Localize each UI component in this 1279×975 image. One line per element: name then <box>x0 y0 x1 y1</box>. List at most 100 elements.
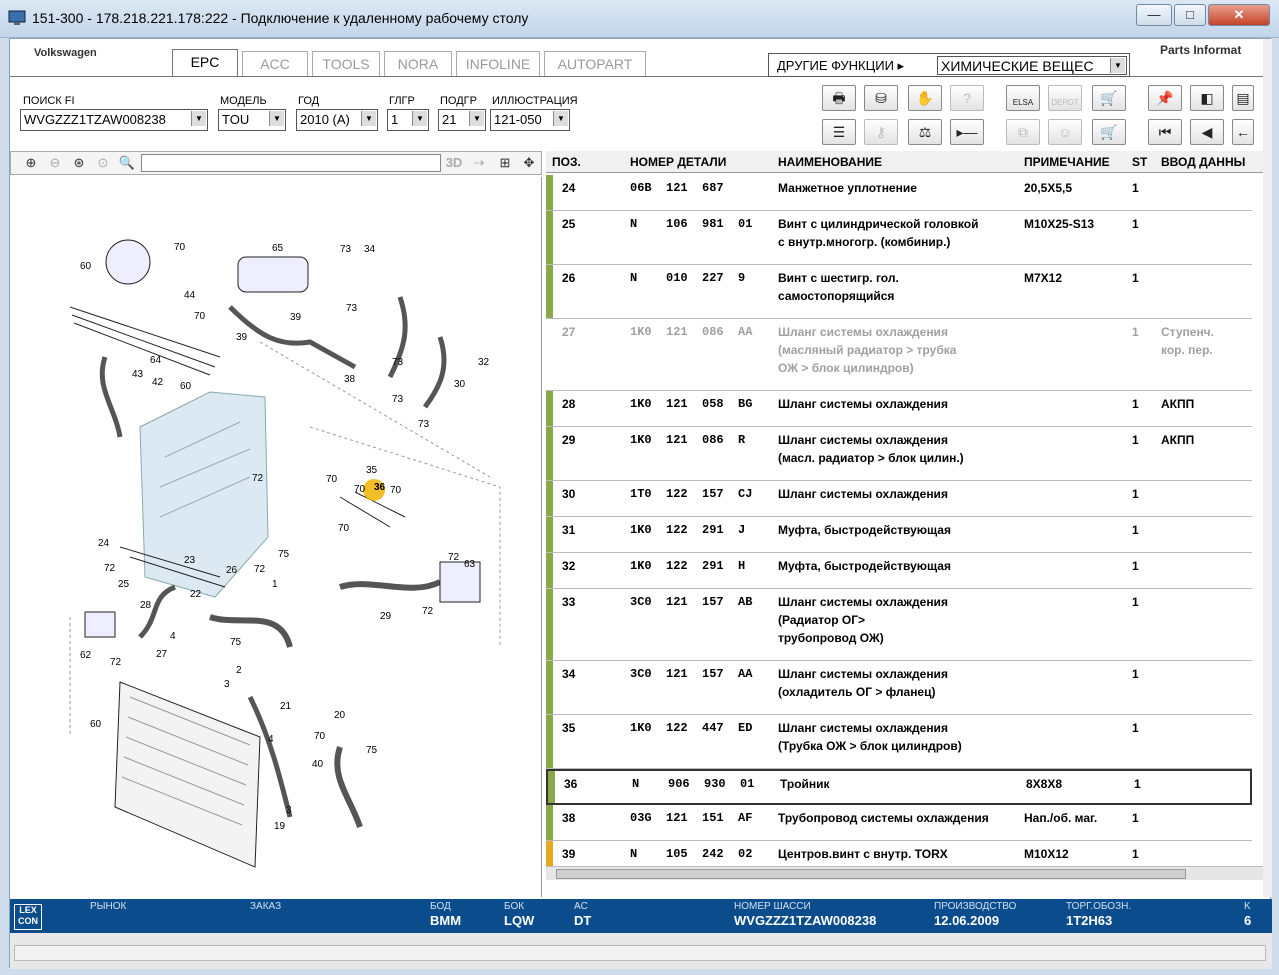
search-icon[interactable]: 🔍 <box>117 154 137 172</box>
table-row[interactable]: 36 N 906 930 01 Тройник 8X8X8 1 <box>546 769 1252 805</box>
tab-nora[interactable]: NORA <box>384 51 452 77</box>
sub-group-select[interactable]: 21 ▼ <box>438 109 486 131</box>
table-row[interactable]: 28 1K0 121 058 BG Шланг системы охлаждения 1 АК… <box>546 391 1252 427</box>
callout-label[interactable]: 20 <box>334 710 346 721</box>
cart-arrow-button[interactable]: 🛒 <box>1092 85 1126 111</box>
callout-label[interactable]: 63 <box>464 559 476 570</box>
callout-label[interactable]: 1 <box>272 579 278 590</box>
other-functions-label[interactable]: ДРУГИЕ ФУНКЦИИ ▸ <box>777 58 904 74</box>
callout-label[interactable]: 25 <box>118 579 130 590</box>
scale-button[interactable]: ⚖ <box>908 119 942 145</box>
back-button[interactable]: ← <box>1232 119 1254 145</box>
handshake-button[interactable]: ✋ <box>908 85 942 111</box>
list-back-button[interactable]: ◧ <box>1190 85 1224 111</box>
callout-label[interactable]: 73 <box>340 244 352 255</box>
table-horizontal-scrollbar[interactable] <box>546 866 1264 880</box>
key-button[interactable]: ⚷ <box>864 119 898 145</box>
callout-label[interactable]: 73 <box>346 303 358 314</box>
callout-label[interactable]: 27 <box>156 649 168 660</box>
maximize-button[interactable]: □ <box>1174 4 1206 26</box>
table-row[interactable]: 35 1K0 122 447 ED Шланг системы охлаждения (Тр… <box>546 715 1252 769</box>
elsa-button[interactable]: ELSA <box>1006 85 1040 111</box>
user-button[interactable]: ☺ <box>1048 119 1082 145</box>
table-row[interactable]: 30 1T0 122 157 CJ Шланг системы охлаждения 1 <box>546 481 1252 517</box>
chevron-down-icon[interactable]: ▼ <box>269 111 284 126</box>
callout-label[interactable]: 32 <box>478 357 490 368</box>
callout-label[interactable]: 73 <box>392 394 404 405</box>
callout-label[interactable]: 75 <box>278 549 290 560</box>
chevron-down-icon[interactable]: ▼ <box>191 111 206 126</box>
callout-label[interactable]: 21 <box>280 701 292 712</box>
chevron-down-icon[interactable]: ▼ <box>412 111 427 126</box>
callout-label[interactable]: 70 <box>354 484 366 495</box>
3d-button[interactable]: 3D <box>443 154 465 172</box>
callout-label[interactable]: 38 <box>344 374 356 385</box>
vertical-scrollbar[interactable] <box>1263 39 1272 897</box>
callout-label[interactable]: 70 <box>338 523 350 534</box>
callout-label[interactable]: 70 <box>314 731 326 742</box>
callout-label[interactable]: 34 <box>364 244 376 255</box>
callout-label[interactable]: 23 <box>184 555 196 566</box>
callout-label[interactable]: 3 <box>224 679 230 690</box>
zoom-out-icon[interactable]: ⊖ <box>45 154 65 172</box>
prev-page-button[interactable]: ◀ <box>1190 119 1224 145</box>
callout-label[interactable]: 72 <box>422 606 434 617</box>
split-view-icon[interactable]: ⊞ <box>495 154 515 172</box>
help-button[interactable]: ? <box>950 85 984 111</box>
chevron-down-icon[interactable]: ▼ <box>553 111 568 126</box>
col-note[interactable]: ПРИМЕЧАНИЕ <box>1024 155 1110 169</box>
expand-icon[interactable]: ✥ <box>519 154 539 172</box>
link-icon[interactable]: ⇢ <box>469 154 489 172</box>
callout-label[interactable]: 4 <box>170 631 176 642</box>
callout-label[interactable]: 72 <box>104 563 116 574</box>
callout-label[interactable]: 2 <box>236 665 242 676</box>
tab-epc[interactable]: EPC <box>172 49 238 77</box>
chevron-down-icon[interactable]: ▼ <box>469 111 484 126</box>
col-input[interactable]: ВВОД ДАННЫ <box>1161 155 1245 169</box>
callout-label[interactable]: 29 <box>380 611 392 622</box>
callout-label[interactable]: 73 <box>418 419 430 430</box>
play-minus-button[interactable]: ▸— <box>950 119 984 145</box>
other-functions-select[interactable]: ХИМИЧЕСКИЕ ВЕЩЕС ▼ <box>937 56 1127 75</box>
pin-button[interactable]: 📌 <box>1148 85 1182 111</box>
table-row[interactable]: 32 1K0 122 291 H Муфта, быстродействующая 1 <box>546 553 1252 589</box>
document-button[interactable]: ▤ <box>1232 85 1254 111</box>
callout-label[interactable]: 22 <box>190 589 202 600</box>
zoom-fit-icon[interactable]: ⊛ <box>69 154 89 172</box>
col-part-number[interactable]: НОМЕР ДЕТАЛИ <box>630 155 726 169</box>
callout-label[interactable]: 40 <box>312 759 324 770</box>
callout-label[interactable]: 72 <box>252 473 264 484</box>
callout-label[interactable]: 26 <box>226 565 238 576</box>
callout-label[interactable]: 39 <box>236 332 248 343</box>
table-row[interactable]: 27 1K0 121 086 AA Шланг системы охлаждения (ма… <box>546 319 1252 391</box>
tab-infoline[interactable]: INFOLINE <box>456 51 540 77</box>
parts-list-button[interactable]: ☰ <box>822 119 856 145</box>
parts-diagram[interactable]: 60 70 44 70 39 65 73 34 73 39 38 73 73 32 30 72 64 43 42 60… <box>10 177 542 897</box>
callout-label[interactable]: 43 <box>132 369 144 380</box>
callout-label[interactable]: 44 <box>184 290 196 301</box>
minimize-button[interactable]: — <box>1136 4 1172 26</box>
callout-label[interactable]: 24 <box>98 538 110 549</box>
tab-autopart[interactable]: AUTOPART <box>544 51 646 77</box>
illustration-select[interactable]: 121-050 ▼ <box>490 109 570 131</box>
callout-label[interactable]: 39 <box>290 312 302 323</box>
table-row[interactable]: 25 N 106 981 01 Винт с цилиндрической головко… <box>546 211 1252 265</box>
table-row[interactable]: 34 3C0 121 157 AA Шланг системы охлаждения (ох… <box>546 661 1252 715</box>
zoom-area-icon[interactable]: ⊙ <box>93 154 113 172</box>
callout-label[interactable]: 60 <box>180 381 192 392</box>
table-row[interactable]: 24 06B 121 687 Манжетное уплотнение 20,5X5,5 1 <box>546 175 1252 211</box>
tab-acc[interactable]: ACC <box>242 51 308 77</box>
chevron-down-icon[interactable]: ▼ <box>1110 58 1125 73</box>
callout-label[interactable]: 75 <box>366 745 378 756</box>
callout-label[interactable]: 4 <box>268 734 274 745</box>
col-st[interactable]: ST <box>1132 155 1147 169</box>
callout-label[interactable]: 75 <box>230 637 242 648</box>
callout-label[interactable]: 72 <box>110 657 122 668</box>
table-row[interactable]: 29 1K0 121 086 R Шланг системы охлаждения (мас… <box>546 427 1252 481</box>
callout-label[interactable]: 28 <box>140 600 152 611</box>
callout-label[interactable]: 70 <box>194 311 206 322</box>
table-row[interactable]: 31 1K0 122 291 J Муфта, быстродействующая 1 <box>546 517 1252 553</box>
callout-label[interactable]: 60 <box>80 261 92 272</box>
callout-label[interactable]: 64 <box>150 355 162 366</box>
model-select[interactable]: TOU ▼ <box>218 109 286 131</box>
